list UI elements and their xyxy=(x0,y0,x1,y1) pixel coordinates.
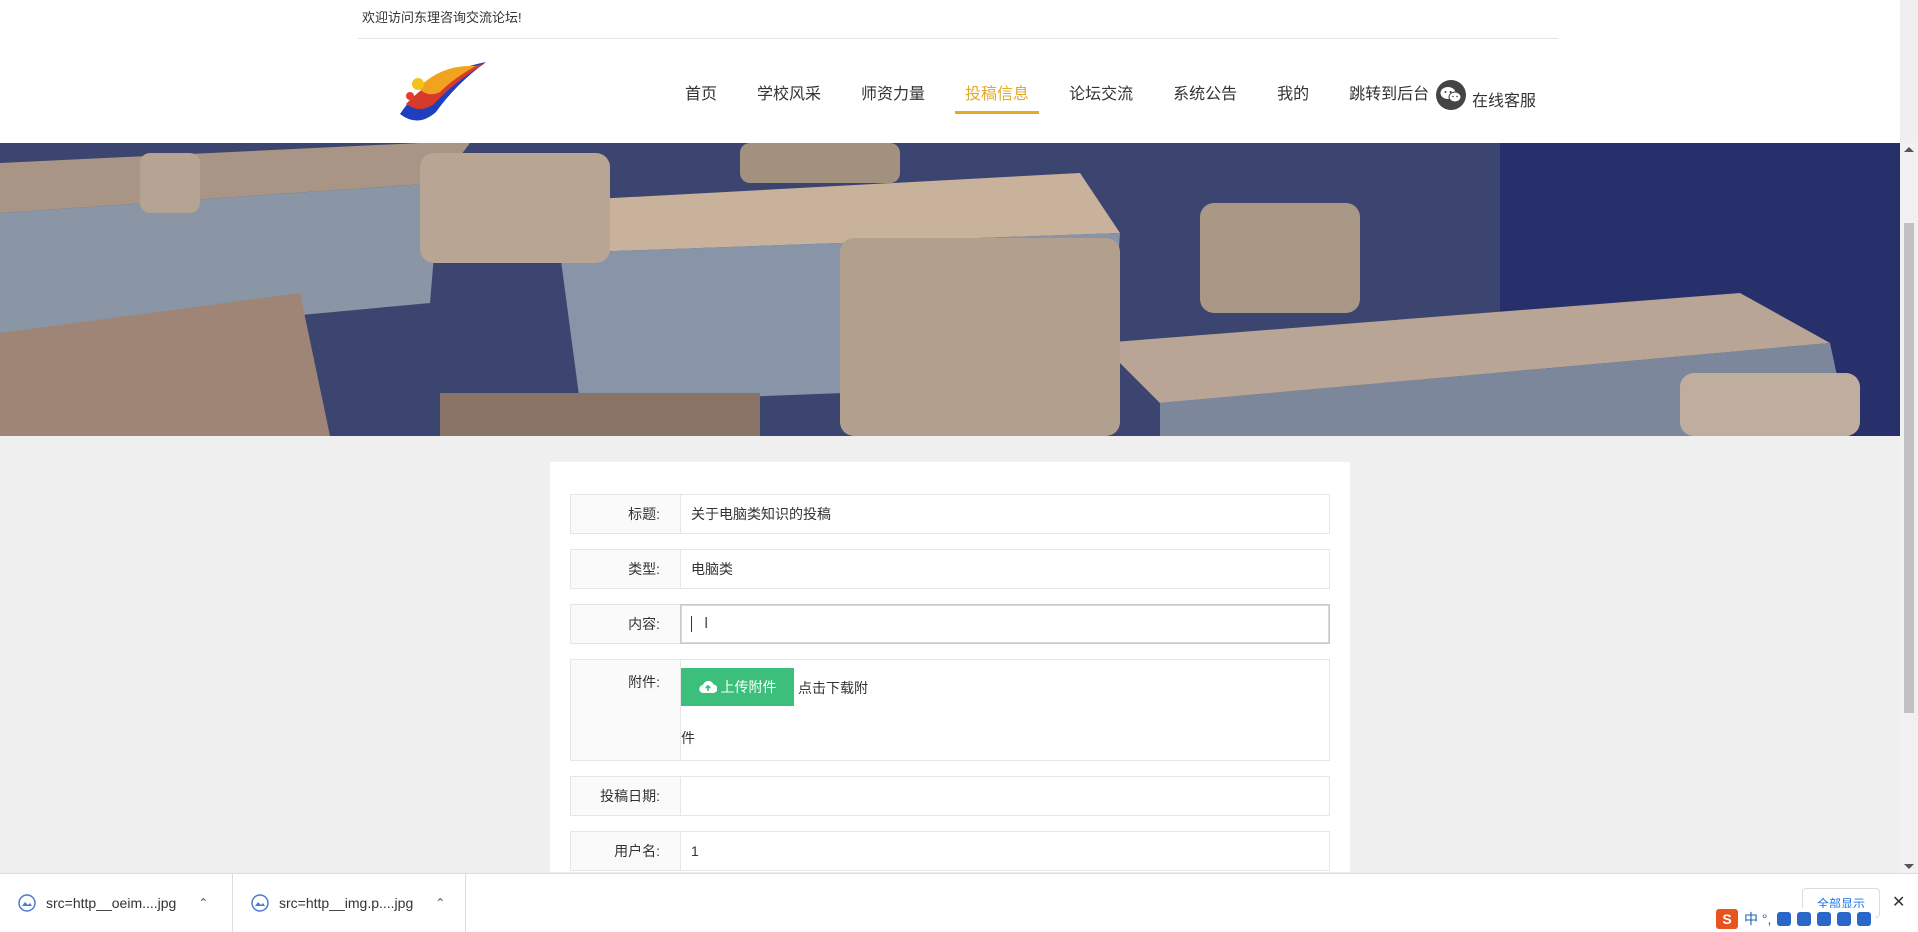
chevron-up-icon[interactable]: ⌃ xyxy=(435,896,445,910)
site-logo[interactable] xyxy=(396,54,490,128)
date-input[interactable] xyxy=(680,776,1330,816)
skin-icon[interactable] xyxy=(1837,912,1852,926)
title-label: 标题: xyxy=(570,494,680,534)
date-label: 投稿日期: xyxy=(570,776,680,816)
cloud-upload-icon xyxy=(698,680,717,694)
image-file-icon xyxy=(18,894,36,912)
service-label: 在线客服 xyxy=(1472,93,1537,110)
attachment-row: 附件: 上传附件 点击下载附 件 xyxy=(570,659,1330,761)
content-input[interactable]: I xyxy=(680,604,1330,644)
welcome-text: 欢迎访问东理咨询交流论坛! xyxy=(362,10,522,25)
ibeam-cursor-icon: I xyxy=(704,615,709,632)
nav-home[interactable]: 首页 xyxy=(685,80,717,114)
submission-form: 标题: 关于电脑类知识的投稿 类型: 电脑类 内容: I 附件: 上传附件 点击… xyxy=(550,462,1350,872)
page-scrollbar[interactable] xyxy=(1900,143,1918,873)
header-divider xyxy=(358,38,1558,39)
type-label: 类型: xyxy=(570,549,680,589)
nav-admin[interactable]: 跳转到后台 xyxy=(1349,80,1429,114)
scroll-up-arrow-icon[interactable] xyxy=(1904,147,1914,152)
main-nav: 首页 学校风采 师资力量 投稿信息 论坛交流 系统公告 我的 跳转到后台 xyxy=(665,80,1449,120)
ime-mode-text[interactable]: 中 °, xyxy=(1744,909,1771,929)
nav-teachers[interactable]: 师资力量 xyxy=(861,80,925,114)
online-service[interactable]: 在线客服 xyxy=(1436,80,1537,114)
download-attachment-link[interactable]: 点击下载附 xyxy=(798,678,868,698)
download-attachment-link-wrap[interactable]: 件 xyxy=(681,728,695,748)
download-filename: src=http__oeim....jpg xyxy=(46,895,177,911)
emoji-icon[interactable] xyxy=(1777,912,1792,926)
toolbox-icon[interactable] xyxy=(1857,912,1872,926)
content-label: 内容: xyxy=(570,604,680,644)
close-icon[interactable]: ✕ xyxy=(1892,892,1905,912)
ime-toolbar[interactable]: S 中 °, xyxy=(1712,908,1876,930)
username-label: 用户名: xyxy=(570,831,680,871)
banner-image xyxy=(0,143,1900,436)
site-header: 欢迎访问东理咨询交流论坛! 首页 学校风采 师资力量 投稿信息 论坛交流 系统公… xyxy=(0,0,1900,143)
upload-attachment-button[interactable]: 上传附件 xyxy=(681,668,794,706)
text-caret xyxy=(691,616,692,632)
type-row: 类型: 电脑类 xyxy=(570,549,1330,589)
nav-announcements[interactable]: 系统公告 xyxy=(1173,80,1237,114)
username-row: 用户名: 1 xyxy=(570,831,1330,871)
download-item[interactable]: src=http__oeim....jpg ⌃ xyxy=(0,874,233,932)
chevron-up-icon[interactable]: ⌃ xyxy=(198,896,208,910)
date-row: 投稿日期: xyxy=(570,776,1330,816)
download-bar: src=http__oeim....jpg ⌃ src=http__img.p.… xyxy=(0,873,1918,932)
mic-icon[interactable] xyxy=(1797,912,1812,926)
content-row: 内容: I xyxy=(570,604,1330,644)
sogou-logo-icon: S xyxy=(1716,909,1738,929)
upload-button-label: 上传附件 xyxy=(720,679,777,695)
download-item[interactable]: src=http__img.p....jpg ⌃ xyxy=(233,874,466,932)
type-input[interactable]: 电脑类 xyxy=(680,549,1330,589)
download-filename: src=http__img.p....jpg xyxy=(279,895,414,911)
title-input[interactable]: 关于电脑类知识的投稿 xyxy=(680,494,1330,534)
image-file-icon xyxy=(251,894,269,912)
keyboard-icon[interactable] xyxy=(1817,912,1832,926)
title-row: 标题: 关于电脑类知识的投稿 xyxy=(570,494,1330,534)
username-input[interactable]: 1 xyxy=(680,831,1330,871)
scroll-thumb[interactable] xyxy=(1904,223,1914,713)
wechat-icon xyxy=(1436,80,1466,110)
nav-submissions[interactable]: 投稿信息 xyxy=(955,80,1040,114)
nav-forum[interactable]: 论坛交流 xyxy=(1069,80,1133,114)
nav-mine[interactable]: 我的 xyxy=(1277,80,1309,114)
attachment-field: 上传附件 点击下载附 件 xyxy=(680,659,1330,761)
nav-school[interactable]: 学校风采 xyxy=(757,80,821,114)
attachment-label: 附件: xyxy=(570,659,680,761)
scroll-down-arrow-icon[interactable] xyxy=(1904,864,1914,869)
